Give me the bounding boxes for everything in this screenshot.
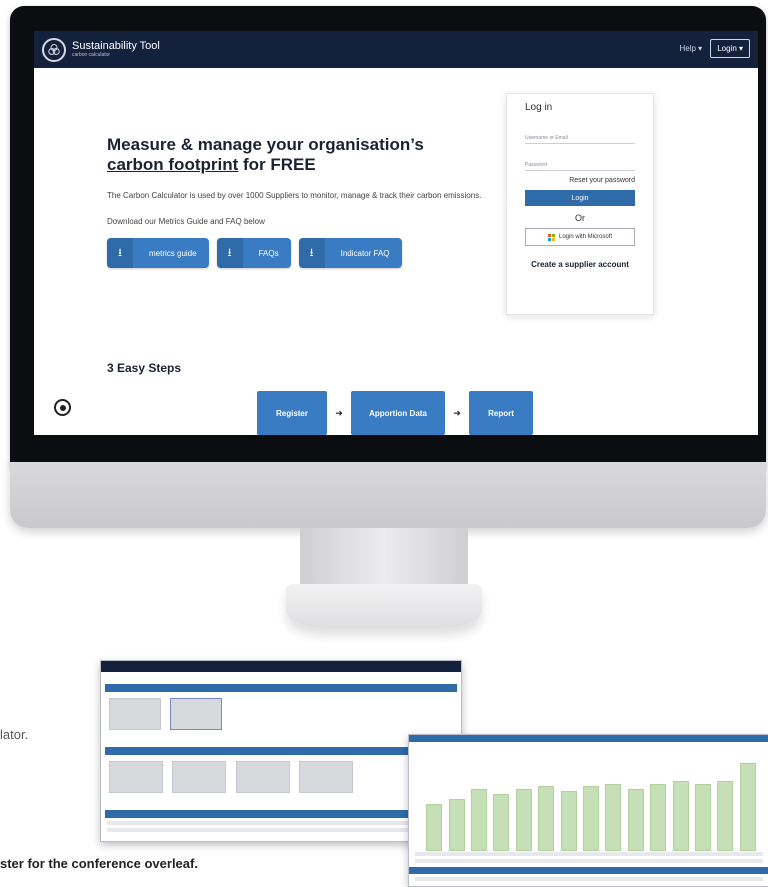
download-icon: ⭳ [216,238,243,268]
body-text-fragment-bold: ster for the conference overleaf. [0,856,198,871]
hero-description: The Carbon Calculator is used by over 10… [107,191,482,200]
thumb-table-row [415,877,763,881]
microsoft-login-label: Login with Microsoft [558,234,613,240]
or-divider: Or [575,213,585,223]
chart-bar [739,763,756,851]
nav-right: Help ▾ Login ▾ [675,39,750,58]
thumb-table-row [415,859,763,863]
body-text-fragment: lator. [0,727,29,742]
chart-bar [515,788,532,851]
hero-title-line1: Measure & manage your organisation’s [107,135,424,154]
monitor-stand-neck [300,528,468,592]
monitor-chin [10,462,766,528]
step-register[interactable]: Register [257,391,327,435]
emissions-bar-chart [423,759,759,851]
brand-subtitle: carbon calculator [72,52,111,58]
help-menu[interactable]: Help ▾ [675,41,706,56]
download-buttons: ⭳ metrics guide ⭳ FAQs ⭳ Indicator FAQ [107,238,497,268]
chart-bar [672,781,689,851]
login-menu[interactable]: Login ▾ [710,39,750,58]
chart-bar [627,788,644,851]
download-prompt: Download our Metrics Guide and FAQ below [107,217,265,226]
chart-bar [650,783,667,851]
chart-thumbnail [408,734,768,887]
hero-section: Measure & manage your organisation’s car… [107,135,497,268]
imac-monitor: Sustainability Tool carbon calculator He… [0,0,768,530]
thumb-tile [172,761,227,793]
thumb-tile [109,761,163,793]
hero-title-underlined: carbon footprint [107,155,239,174]
chart-bar [583,786,599,851]
thumb-tile [299,761,354,793]
chart-bar [695,783,711,851]
thumb-chart-header [409,735,768,742]
thumb-tile [170,698,223,730]
download-icon: ⭳ [107,238,133,268]
login-button[interactable]: Login [525,190,635,206]
brand-name: Sustainability Tool [72,40,160,52]
hero-title: Measure & manage your organisation’s car… [107,135,497,175]
arrow-right-icon: ➜ [335,407,343,418]
chart-bar [560,791,577,851]
thumb-tile [235,761,290,793]
metrics-guide-button[interactable]: ⭳ metrics guide [107,238,209,268]
indicator-faq-button[interactable]: ⭳ Indicator FAQ [298,238,402,268]
faqs-button[interactable]: ⭳ FAQs [216,238,291,268]
chart-bar [448,799,465,851]
arrow-right-icon: ➜ [453,407,461,418]
thumb-table-row [415,852,763,856]
steps-row: Register ➜ Apportion Data ➜ Report [257,391,533,435]
login-title: Log in [525,102,553,113]
indicator-faq-label: Indicator FAQ [340,248,390,258]
top-navbar: Sustainability Tool carbon calculator He… [34,31,758,68]
thumb-section-bar [105,684,457,692]
thumb-section-bar [105,810,457,818]
monitor-screen: Sustainability Tool carbon calculator He… [34,31,758,435]
thumb-table-header [409,867,768,874]
create-account-link[interactable]: Create a supplier account [525,260,635,269]
username-field[interactable]: Username or Email [525,127,635,144]
microsoft-login-button[interactable]: Login with Microsoft [525,228,635,246]
chart-bar [717,781,734,851]
thumb-navbar [101,661,461,672]
chart-bar [605,783,622,851]
reset-password-link[interactable]: Reset your password [525,177,635,184]
step-apportion-data[interactable]: Apportion Data [351,391,445,435]
metrics-guide-label: metrics guide [149,248,197,258]
microsoft-logo-icon [547,233,555,241]
steps-title: 3 Easy Steps [107,361,182,375]
step-report[interactable]: Report [469,391,533,435]
thumb-section-bar [105,747,457,755]
faqs-label: FAQs [258,248,279,258]
chart-bar [426,804,443,851]
monitor-stand-foot [286,584,482,628]
chart-bar [471,788,487,851]
hero-title-suffix: for FREE [238,155,316,174]
accessibility-icon[interactable] [54,399,71,416]
thumb-table-row [107,828,455,832]
chart-bar [493,794,510,851]
chart-bar [538,786,555,851]
password-field[interactable]: Password [525,154,635,171]
thumb-tile [109,698,161,730]
download-icon: ⭳ [298,238,325,268]
thumb-table-row [107,821,455,825]
brand[interactable]: Sustainability Tool carbon calculator [72,41,160,58]
brand-logo-icon[interactable] [42,37,66,62]
login-card: Log in Username or Email Password Reset … [506,93,654,315]
